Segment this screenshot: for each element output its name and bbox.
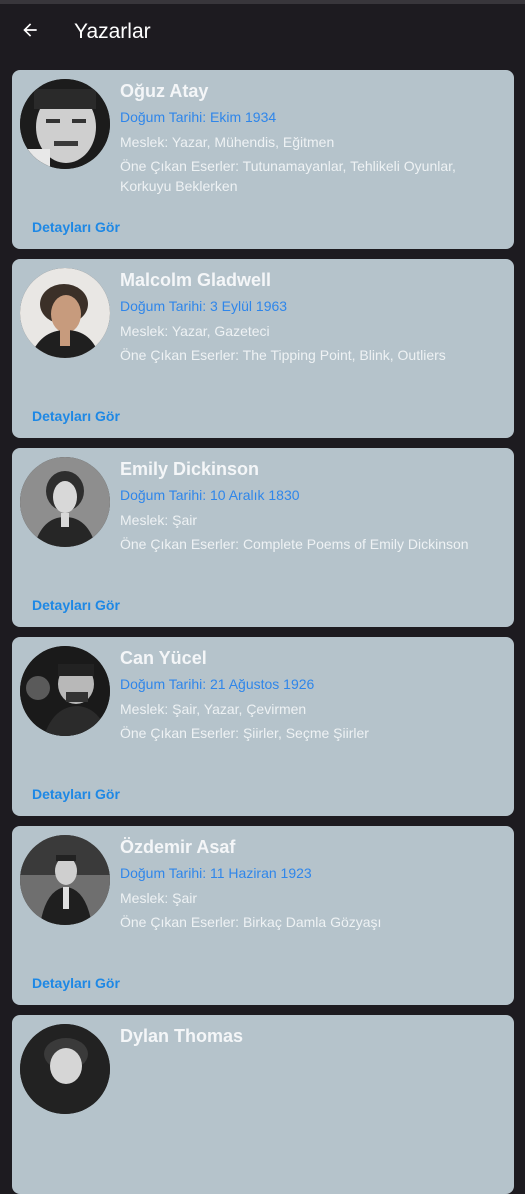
author-occupation: Meslek: Şair, Yazar, Çevirmen (120, 701, 307, 717)
author-birth-date: Doğum Tarihi: 3 Eylül 1963 (120, 298, 288, 314)
author-name: Dylan Thomas (120, 1026, 244, 1046)
author-card[interactable]: Emily Dickinson Doğum Tarihi: 10 Aralık … (12, 448, 514, 627)
details-button[interactable]: Detayları Gör (32, 408, 120, 424)
author-info: Özdemir Asaf Doğum Tarihi: 11 Haziran 19… (120, 836, 502, 932)
author-birth-date: Doğum Tarihi: 21 Ağustos 1926 (120, 676, 315, 692)
author-card[interactable]: Can Yücel Doğum Tarihi: 21 Ağustos 1926 … (12, 637, 514, 816)
author-info: Malcolm Gladwell Doğum Tarihi: 3 Eylül 1… (120, 269, 502, 365)
author-avatar (20, 1024, 110, 1114)
author-works: Öne Çıkan Eserler: Birkaç Damla Gözyaşı (120, 914, 382, 930)
author-card[interactable]: Malcolm Gladwell Doğum Tarihi: 3 Eylül 1… (12, 259, 514, 438)
back-button[interactable] (0, 4, 60, 60)
author-avatar (20, 268, 110, 358)
author-works: Öne Çıkan Eserler: Complete Poems of Emi… (120, 536, 469, 552)
author-card[interactable]: Dylan Thomas (12, 1015, 514, 1194)
author-avatar (20, 457, 110, 547)
author-avatar (20, 79, 110, 169)
author-info: Dylan Thomas (120, 1025, 502, 1047)
app-bar: Yazarlar (0, 4, 525, 60)
author-name: Emily Dickinson (120, 459, 260, 479)
author-birth-date: Doğum Tarihi: 10 Aralık 1830 (120, 487, 300, 503)
author-info: Can Yücel Doğum Tarihi: 21 Ağustos 1926 … (120, 647, 502, 743)
author-works: Öne Çıkan Eserler: Tutunamayanlar, Tehli… (120, 158, 456, 194)
author-occupation: Meslek: Şair (120, 890, 198, 906)
author-info: Oğuz Atay Doğum Tarihi: Ekim 1934 Meslek… (120, 80, 502, 196)
details-button[interactable]: Detayları Gör (32, 975, 120, 991)
author-occupation: Meslek: Yazar, Gazeteci (120, 323, 270, 339)
author-avatar (20, 835, 110, 925)
author-name: Oğuz Atay (120, 81, 209, 101)
author-avatar (20, 646, 110, 736)
author-occupation: Meslek: Şair (120, 512, 198, 528)
author-name: Malcolm Gladwell (120, 270, 272, 290)
details-button[interactable]: Detayları Gör (32, 219, 120, 235)
details-button[interactable]: Detayları Gör (32, 786, 120, 802)
author-list: Oğuz Atay Doğum Tarihi: Ekim 1934 Meslek… (0, 60, 525, 1194)
details-button[interactable]: Detayları Gör (32, 597, 120, 613)
author-birth-date: Doğum Tarihi: 11 Haziran 1923 (120, 865, 312, 881)
author-card[interactable]: Özdemir Asaf Doğum Tarihi: 11 Haziran 19… (12, 826, 514, 1005)
author-card[interactable]: Oğuz Atay Doğum Tarihi: Ekim 1934 Meslek… (12, 70, 514, 249)
author-info: Emily Dickinson Doğum Tarihi: 10 Aralık … (120, 458, 502, 554)
author-name: Özdemir Asaf (120, 837, 236, 857)
author-works: Öne Çıkan Eserler: Şiirler, Seçme Şiirle… (120, 725, 369, 741)
author-occupation: Meslek: Yazar, Mühendis, Eğitmen (120, 134, 335, 150)
arrow-left-icon (20, 20, 40, 45)
author-works: Öne Çıkan Eserler: The Tipping Point, Bl… (120, 347, 446, 363)
author-name: Can Yücel (120, 648, 207, 668)
page-title: Yazarlar (74, 20, 151, 43)
author-birth-date: Doğum Tarihi: Ekim 1934 (120, 109, 277, 125)
